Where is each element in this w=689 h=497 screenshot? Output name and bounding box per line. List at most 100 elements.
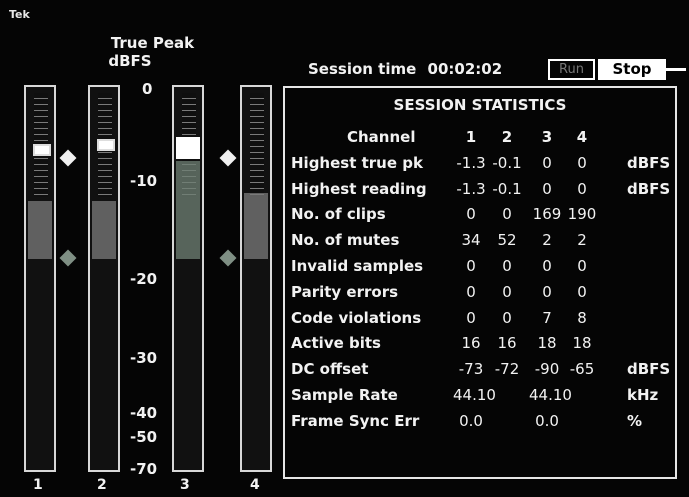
row-label: Highest true pk: [291, 153, 423, 172]
scale-label-70: -70: [130, 460, 158, 478]
level-zone: [28, 201, 52, 259]
table-row: No. of mutes 34 52 2 2: [285, 231, 677, 255]
row-label: No. of mutes: [291, 231, 400, 250]
cell-value: 0: [542, 257, 552, 275]
scale-label-30: -30: [130, 349, 158, 367]
cell-value: 0: [542, 153, 552, 172]
channel-3-meter: [172, 85, 204, 472]
meter-header-unit: dBFS: [108, 52, 152, 70]
scale-label-40: -40: [130, 404, 158, 422]
peak-hold-marker: [97, 139, 115, 151]
cell-value: -72: [494, 360, 520, 379]
table-row: Code violations 0 0 7 8: [285, 309, 677, 333]
table-row: Active bits 16 16 18 18: [285, 334, 677, 358]
selection-marker: [666, 68, 686, 71]
cell-value: 0: [577, 282, 587, 301]
scale-label-50: -50: [130, 428, 158, 446]
channel-number-4: 4: [250, 477, 260, 493]
cell-value: 44.10: [529, 386, 572, 404]
brand-logo: Tek: [9, 8, 30, 21]
cell-value: -65: [569, 360, 595, 379]
channel-4-meter: [240, 85, 272, 472]
row-label: Code violations: [291, 308, 422, 327]
cell-value: -0.1: [492, 153, 522, 172]
cell-value: -1.3: [456, 179, 486, 198]
table-row: No. of clips 0 0 169 190: [285, 205, 677, 229]
cell-value: 0: [502, 308, 512, 327]
cell-value: 0: [577, 257, 587, 275]
cell-value: 44.10: [453, 386, 496, 404]
level-pointer-icon: [219, 249, 237, 267]
cell-value: 0.0: [459, 411, 483, 430]
cell-value: 0: [542, 282, 552, 301]
row-unit: dBFS: [627, 153, 671, 172]
peak-pointer-icon: [219, 149, 237, 167]
stop-button[interactable]: Stop: [598, 59, 666, 80]
channel-2-meter: [88, 85, 120, 472]
row-label: Highest reading: [291, 179, 427, 198]
cell-value: 0: [466, 282, 476, 301]
cell-value: -0.1: [492, 179, 522, 198]
table-header-row: Channel 1 2 3 4: [285, 128, 677, 152]
row-unit: dBFS: [627, 179, 671, 198]
cell-value: 190: [567, 205, 597, 224]
row-label: Invalid samples: [291, 257, 424, 275]
channel-number-1: 1: [33, 477, 43, 493]
cell-value: 18: [572, 334, 592, 353]
cell-value: 0: [577, 179, 587, 198]
cell-value: 0: [542, 179, 552, 198]
channel-number-2: 2: [97, 477, 107, 493]
level-zone: [176, 161, 200, 259]
table-row: Highest true pk -1.3 -0.1 0 0 dBFS: [285, 154, 677, 178]
session-time: Session time 00:02:02: [308, 60, 502, 78]
row-unit: dBFS: [627, 360, 671, 379]
cell-value: 18: [537, 334, 557, 353]
channel-column-header: 3: [541, 128, 553, 146]
cell-value: 2: [542, 231, 552, 250]
cell-value: 169: [532, 205, 562, 224]
meter-header-title: True Peak: [110, 34, 195, 52]
row-unit: %: [627, 411, 643, 430]
channel-column-header: 1: [465, 128, 477, 146]
scale-label-10: -10: [130, 172, 158, 190]
channel-1-meter: [24, 85, 56, 472]
cell-value: 0: [502, 205, 512, 224]
row-label: No. of clips: [291, 205, 386, 224]
session-statistics-panel: SESSION STATISTICS Channel 1 2 3 4 Highest tr…: [283, 86, 677, 479]
cell-value: 52: [497, 231, 517, 250]
row-label: Active bits: [291, 334, 381, 353]
table-row: DC offset -73 -72 -90 -65 dBFS: [285, 360, 677, 384]
table-row: Sample Rate 44.10 44.10 kHz: [285, 386, 677, 410]
cell-value: -90: [534, 360, 560, 379]
cell-value: -73: [458, 360, 484, 379]
channel-column-header: 4: [576, 128, 588, 146]
run-button[interactable]: Run: [548, 59, 595, 80]
meter-ticks: [250, 93, 264, 197]
cell-value: 34: [461, 231, 481, 250]
level-zone: [92, 201, 116, 259]
row-unit: kHz: [627, 386, 659, 404]
level-pointer-icon: [59, 249, 77, 267]
channel-number-3: 3: [180, 477, 190, 493]
cell-value: 16: [497, 334, 517, 353]
cell-value: 0: [466, 308, 476, 327]
cell-value: 8: [577, 308, 587, 327]
level-zone: [244, 193, 268, 259]
panel-title: SESSION STATISTICS: [393, 96, 567, 114]
session-time-value: 00:02:02: [427, 60, 503, 78]
session-time-label: Session time: [308, 60, 417, 78]
peak-pointer-icon: [59, 149, 77, 167]
row-label: DC offset: [291, 360, 369, 379]
cell-value: 0: [577, 153, 587, 172]
table-row: Frame Sync Err 0.0 0.0%: [285, 412, 677, 436]
cell-value: 7: [542, 308, 552, 327]
cell-value: -1.3: [456, 153, 486, 172]
peak-hold-bar: [176, 137, 200, 159]
cell-value: 0: [466, 205, 476, 224]
row-label: Parity errors: [291, 282, 399, 301]
cell-value: 2: [577, 231, 587, 250]
table-row: Highest reading -1.3 -0.1 0 0 dBFS: [285, 180, 677, 204]
scale-label-20: -20: [130, 270, 158, 288]
channel-column-header: 2: [501, 128, 513, 146]
cell-value: 16: [461, 334, 481, 353]
